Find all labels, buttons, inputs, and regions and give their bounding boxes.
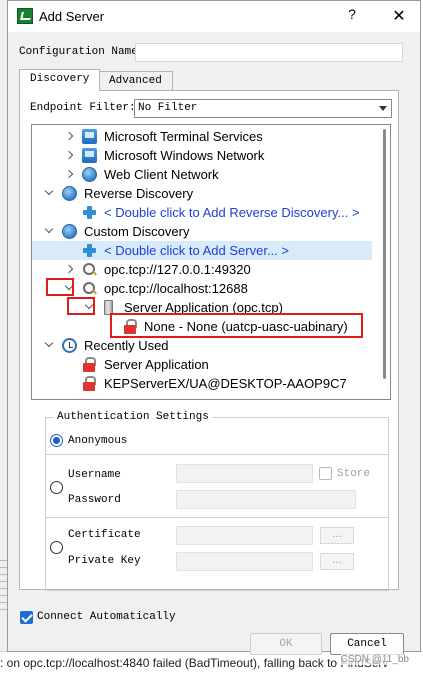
- private-key-input[interactable]: [176, 552, 313, 571]
- chevron-down-icon[interactable]: [44, 226, 54, 236]
- windows-icon: [82, 129, 97, 144]
- background-log-text: : on opc.tcp://localhost:4840 failed (Ba…: [0, 656, 389, 670]
- tree-item[interactable]: Recently Used: [32, 336, 372, 355]
- chevron-right-icon[interactable]: [64, 150, 74, 160]
- globe-icon: [62, 186, 77, 201]
- windows-icon: [82, 148, 97, 163]
- tree-item-label: KEPServerEX/UA@DESKTOP-AAOP9C7: [104, 376, 347, 391]
- close-button[interactable]: ✕: [388, 6, 410, 26]
- endpoint-filter-value: No Filter: [138, 102, 198, 114]
- certificate-input[interactable]: [176, 526, 313, 545]
- tree-item-label: opc.tcp://localhost:12688: [104, 281, 248, 296]
- authentication-settings-title: Authentication Settings: [54, 411, 212, 423]
- search-icon: [82, 262, 97, 277]
- chevron-down-icon[interactable]: [44, 188, 54, 198]
- add-icon: [82, 205, 97, 220]
- add-server-link[interactable]: < Double click to Add Server... >: [104, 241, 289, 260]
- ok-button[interactable]: OK: [250, 633, 322, 655]
- tree-item-label: Custom Discovery: [84, 224, 190, 239]
- anonymous-radio[interactable]: [50, 434, 63, 447]
- add-server-dialog: Add Server ? ✕ Configuration Name Discov…: [7, 0, 421, 655]
- lock-icon: [82, 376, 97, 391]
- chevron-down-icon[interactable]: [44, 340, 54, 350]
- tree-item[interactable]: Web Client Network: [32, 165, 372, 184]
- tree-item-selected[interactable]: < Double click to Add Server... >: [32, 241, 372, 260]
- username-password-radio[interactable]: [50, 481, 63, 494]
- tree-item-label: opc.tcp://127.0.0.1:49320: [104, 262, 251, 277]
- store-checkbox[interactable]: [319, 467, 332, 480]
- username-label: Username: [68, 469, 121, 481]
- password-input[interactable]: [176, 490, 356, 509]
- tree-item[interactable]: Server Application: [32, 355, 372, 374]
- private-key-browse-button[interactable]: ...: [320, 553, 354, 570]
- add-icon: [82, 243, 97, 258]
- clock-icon: [62, 338, 77, 353]
- help-button[interactable]: ?: [341, 6, 363, 26]
- highlight-box-endpoint: [110, 313, 363, 338]
- tree-item[interactable]: KEPServerEX/UA@DESKTOP-AAOP9C7: [32, 374, 372, 393]
- tree-item[interactable]: opc.tcp://localhost:12688: [32, 279, 372, 298]
- certificate-browse-button[interactable]: ...: [320, 527, 354, 544]
- cancel-button[interactable]: Cancel: [330, 633, 404, 655]
- chevron-down-icon: [379, 106, 387, 111]
- configuration-name-input[interactable]: [135, 43, 403, 62]
- tree-item[interactable]: opc.tcp://127.0.0.1:49320: [32, 260, 372, 279]
- certificate-label: Certificate: [68, 529, 141, 541]
- tree-item-label: Web Client Network: [104, 167, 219, 182]
- server-tree[interactable]: Microsoft Terminal Services Microsoft Wi…: [31, 124, 391, 400]
- endpoint-filter-select[interactable]: No Filter: [134, 99, 392, 118]
- tree-item[interactable]: Custom Discovery: [32, 222, 372, 241]
- tree-item-label: Microsoft Terminal Services: [104, 129, 263, 144]
- tab-advanced[interactable]: Advanced: [98, 71, 173, 91]
- store-label: Store: [337, 468, 371, 480]
- username-input[interactable]: [176, 464, 313, 483]
- app-icon: [17, 8, 33, 24]
- auth-divider: [46, 517, 388, 518]
- tree-scrollbar[interactable]: [383, 129, 386, 379]
- configuration-name-label: Configuration Name: [19, 46, 138, 58]
- auth-divider: [46, 454, 388, 455]
- endpoint-filter-label: Endpoint Filter:: [30, 102, 136, 114]
- connect-automatically-label: Connect Automatically: [37, 611, 176, 623]
- private-key-label: Private Key: [68, 555, 141, 567]
- tree-item[interactable]: Microsoft Terminal Services: [32, 127, 372, 146]
- certificate-radio[interactable]: [50, 541, 63, 554]
- highlight-box-server-expander: [67, 297, 95, 315]
- search-icon: [82, 281, 97, 296]
- title-bar[interactable]: Add Server ? ✕: [8, 1, 420, 32]
- tree-item-label: Recently Used: [84, 338, 169, 353]
- globe-icon: [82, 167, 97, 182]
- dialog-title: Add Server: [39, 9, 105, 24]
- tree-item-label: Microsoft Windows Network: [104, 148, 265, 163]
- password-label: Password: [68, 494, 121, 506]
- chevron-right-icon[interactable]: [64, 131, 74, 141]
- tree-item[interactable]: Reverse Discovery: [32, 184, 372, 203]
- add-reverse-discovery-link[interactable]: < Double click to Add Reverse Discovery.…: [104, 203, 360, 222]
- lock-icon: [82, 357, 97, 372]
- anonymous-label: Anonymous: [68, 435, 128, 447]
- tab-discovery[interactable]: Discovery: [19, 69, 101, 91]
- tree-item[interactable]: Microsoft Windows Network: [32, 146, 372, 165]
- tree-item[interactable]: < Double click to Add Reverse Discovery.…: [32, 203, 372, 222]
- watermark: CSDN @11_bb: [340, 654, 409, 665]
- highlight-box-expander: [46, 278, 74, 296]
- tree-item-label: Server Application: [104, 357, 209, 372]
- tree-item-label: Reverse Discovery: [84, 186, 194, 201]
- connect-automatically-checkbox[interactable]: [20, 611, 33, 624]
- chevron-right-icon[interactable]: [64, 264, 74, 274]
- globe-icon: [62, 224, 77, 239]
- chevron-right-icon[interactable]: [64, 169, 74, 179]
